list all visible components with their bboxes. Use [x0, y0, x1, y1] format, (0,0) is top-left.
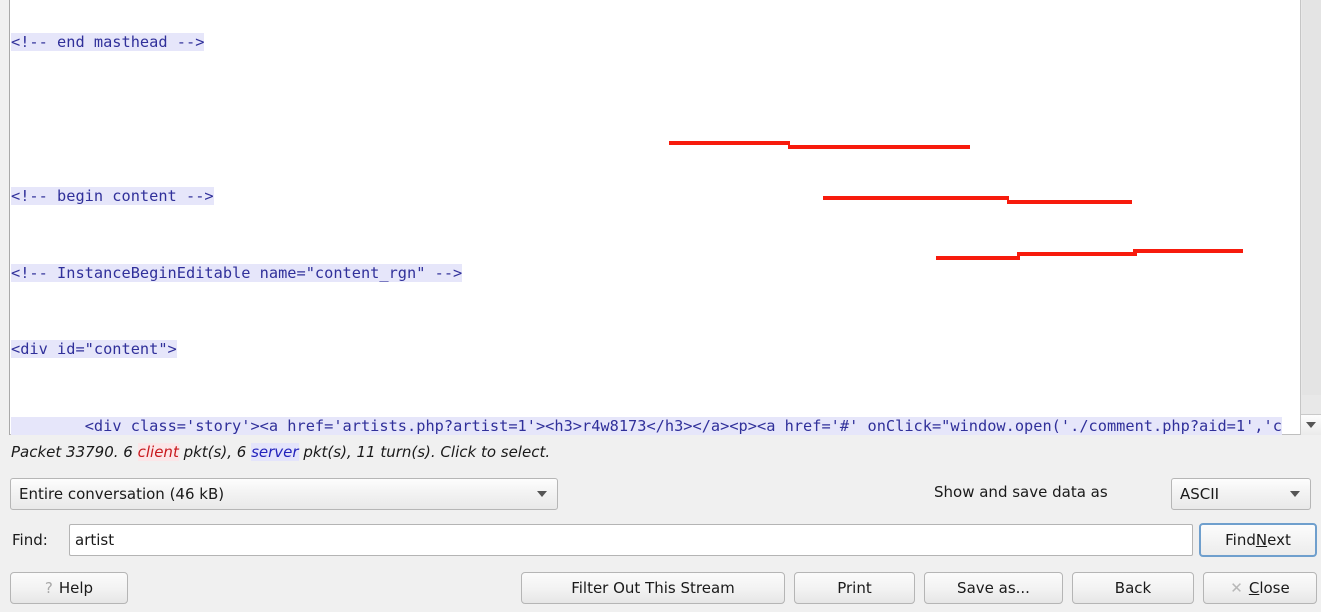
- save-as-button[interactable]: Save as...: [924, 572, 1063, 604]
- close-x-icon: ✕: [1230, 579, 1243, 597]
- print-button[interactable]: Print: [794, 572, 915, 604]
- stream-status-line: Packet 33790. 6 client pkt(s), 6 server …: [11, 443, 550, 461]
- status-suffix: pkt(s), 11 turn(s). Click to select.: [298, 443, 551, 461]
- underline-artist-2-annotation: [823, 196, 1009, 200]
- conversation-select[interactable]: Entire conversation (46 kB): [10, 478, 558, 510]
- underline-artist-3-mid-annotation: [1017, 252, 1137, 256]
- stream-gutter: [0, 0, 10, 435]
- stream-text-body[interactable]: <!-- end masthead --> <!-- begin content…: [11, 0, 1290, 435]
- filter-out-button-label: Filter Out This Stream: [571, 579, 735, 597]
- filter-out-this-stream-button[interactable]: Filter Out This Stream: [521, 572, 785, 604]
- help-button-label: Help: [58, 579, 94, 597]
- encoding-select[interactable]: ASCII: [1171, 478, 1311, 510]
- conversation-select-value: Entire conversation (46 kB): [19, 485, 225, 503]
- close-button-label: lose: [1259, 579, 1290, 597]
- stream-line: <!-- begin content -->: [11, 186, 214, 205]
- help-button[interactable]: ? Help: [10, 572, 128, 604]
- underline-r4w8173-annotation: [788, 145, 970, 149]
- find-next-label-post: ext: [1267, 531, 1291, 549]
- underline-artist-3-left-annotation: [936, 256, 1020, 260]
- status-server-keyword: server: [251, 443, 299, 461]
- close-button[interactable]: ✕ Close: [1203, 572, 1317, 604]
- chevron-down-icon: [1290, 491, 1300, 497]
- stream-blank-line: [11, 107, 1290, 133]
- print-button-label: Print: [837, 579, 872, 597]
- underline-blad3-annotation: [1007, 200, 1132, 204]
- underline-artist-3-right-annotation: [1133, 249, 1243, 253]
- find-next-mnemonic: N: [1255, 531, 1268, 549]
- stream-line: <div id="content">: [11, 340, 177, 359]
- stream-line: <!-- InstanceBeginEditable name="content…: [11, 263, 463, 282]
- back-button-label: Back: [1114, 579, 1152, 597]
- underline-artist-1-annotation: [669, 141, 790, 145]
- save-as-button-label: Save as...: [957, 579, 1030, 597]
- encoding-select-value: ASCII: [1180, 485, 1220, 503]
- scrollbar-thumb[interactable]: [1302, 0, 1321, 395]
- show-and-save-label: Show and save data as: [934, 483, 1108, 501]
- stream-vertical-scrollbar[interactable]: [1300, 0, 1321, 435]
- question-mark-icon: ?: [44, 579, 53, 597]
- status-prefix: Packet 33790. 6: [11, 443, 138, 461]
- back-button[interactable]: Back: [1072, 572, 1194, 604]
- stream-content-view[interactable]: <!-- end masthead --> <!-- begin content…: [0, 0, 1321, 435]
- find-next-label-pre: Find: [1225, 531, 1256, 549]
- find-input[interactable]: [69, 524, 1193, 556]
- stream-line-wrapped: <div class='story'><a href='artists.php?…: [11, 414, 1290, 435]
- find-label: Find:: [12, 531, 48, 549]
- find-next-button[interactable]: Find Next: [1199, 523, 1317, 557]
- chevron-down-icon: [537, 491, 547, 497]
- status-middle: pkt(s), 6: [178, 443, 252, 461]
- stream-line: <!-- end masthead -->: [11, 33, 205, 52]
- status-client-keyword: client: [137, 443, 179, 461]
- scroll-down-arrow-icon[interactable]: [1301, 414, 1321, 435]
- close-mnemonic: C: [1248, 579, 1260, 597]
